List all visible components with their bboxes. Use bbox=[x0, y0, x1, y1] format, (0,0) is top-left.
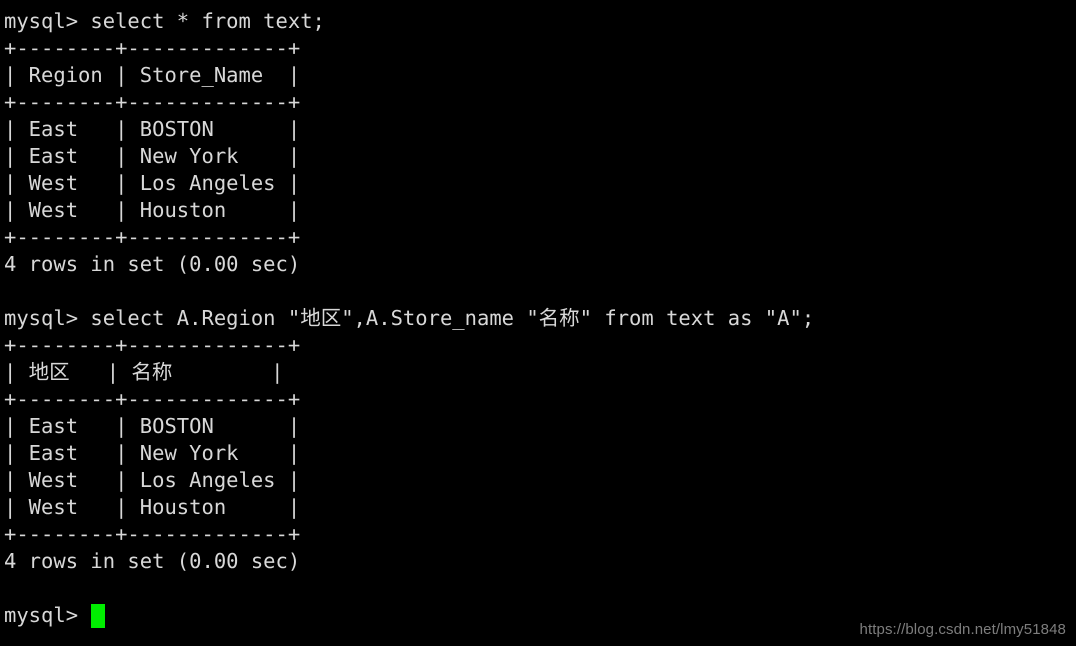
terminal-line: | East | New York | bbox=[4, 144, 301, 168]
terminal-line: +--------+-------------+ bbox=[4, 36, 301, 60]
terminal-line: | West | Houston | bbox=[4, 198, 301, 222]
terminal-line: +--------+-------------+ bbox=[4, 90, 301, 114]
terminal-line: mysql> select * from text; bbox=[4, 9, 325, 33]
terminal-window[interactable]: mysql> select * from text; +--------+---… bbox=[0, 0, 1076, 646]
terminal-output: mysql> select * from text; +--------+---… bbox=[4, 8, 1076, 602]
terminal-line: mysql> select A.Region "地区",A.Store_name… bbox=[4, 306, 815, 330]
terminal-line: | East | BOSTON | bbox=[4, 414, 301, 438]
text-cursor bbox=[91, 603, 106, 628]
terminal-line: | West | Los Angeles | bbox=[4, 468, 301, 492]
watermark-url: https://blog.csdn.net/lmy51848 bbox=[859, 621, 1066, 638]
terminal-line: | East | New York | bbox=[4, 441, 301, 465]
terminal-line: | East | BOSTON | bbox=[4, 117, 301, 141]
terminal-line: | West | Los Angeles | bbox=[4, 171, 301, 195]
terminal-line: 4 rows in set (0.00 sec) bbox=[4, 549, 301, 573]
prompt-label: mysql> bbox=[4, 603, 91, 627]
terminal-line: +--------+-------------+ bbox=[4, 225, 301, 249]
terminal-line: 4 rows in set (0.00 sec) bbox=[4, 252, 301, 276]
terminal-line: | West | Houston | bbox=[4, 495, 301, 519]
terminal-line: +--------+-------------+ bbox=[4, 387, 301, 411]
terminal-line: +--------+-------------+ bbox=[4, 333, 301, 357]
terminal-line: +--------+-------------+ bbox=[4, 522, 301, 546]
terminal-line: | 地区 | 名称 | bbox=[4, 360, 284, 384]
terminal-line: | Region | Store_Name | bbox=[4, 63, 301, 87]
